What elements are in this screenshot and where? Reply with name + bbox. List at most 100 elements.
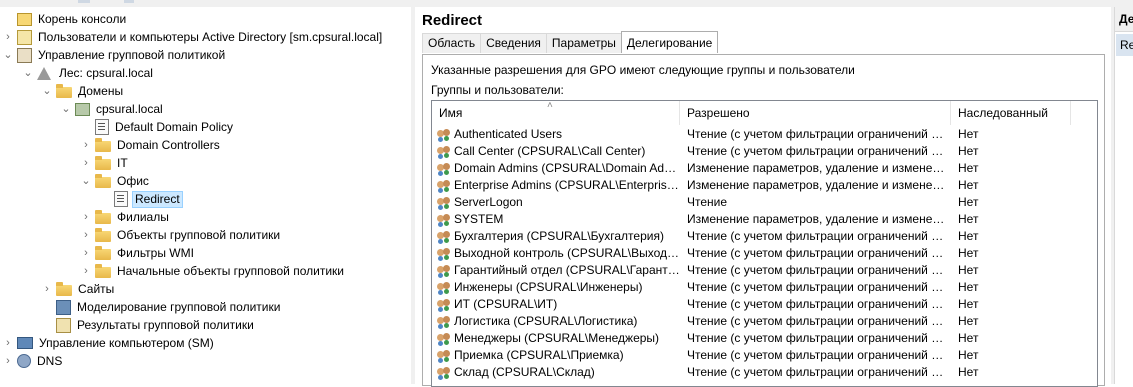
cell-allowed: Чтение (с учетом фильтрации ограничений … [687, 229, 949, 243]
cell-allowed: Чтение (с учетом фильтрации ограничений … [687, 246, 949, 260]
chevron-right-icon[interactable]: › [41, 280, 53, 298]
table-row[interactable]: Логистика (CPSURAL\Логистика) Чтение (с у… [432, 313, 1097, 330]
cell-name: SYSTEM [454, 212, 504, 226]
chevron-right-icon[interactable]: › [80, 262, 92, 280]
table-row[interactable]: Domain Admins (CPSURAL\Domain Admins) Изм… [432, 160, 1097, 177]
chevron-down-icon[interactable]: ⌄ [80, 172, 92, 190]
tab-details[interactable]: Сведения [480, 33, 547, 53]
groups-label: Группы и пользователи: [431, 83, 564, 97]
folder-icon [95, 156, 111, 170]
tree-node-ad-users[interactable]: › Пользователи и компьютеры Active Direc… [2, 28, 384, 46]
cell-allowed: Чтение (с учетом фильтрации ограничений … [687, 331, 949, 345]
table-row[interactable]: Инженеры (CPSURAL\Инженеры) Чтение (с уче… [432, 279, 1097, 296]
tree-node-office[interactable]: ⌄ Офис [80, 172, 151, 190]
column-header-inherited[interactable]: Наследованный [951, 101, 1071, 125]
tree-node-gp-results[interactable]: Результаты групповой политики [41, 316, 256, 334]
tree-node-gp-modeling[interactable]: Моделирование групповой политики [41, 298, 282, 316]
chevron-down-icon[interactable]: ⌄ [2, 46, 14, 64]
chevron-down-icon[interactable]: ⌄ [60, 100, 72, 118]
table-row[interactable]: Менеджеры (CPSURAL\Менеджеры) Чтение (с у… [432, 330, 1097, 347]
tree-node-forest[interactable]: ⌄ Лес: cpsural.local [22, 64, 155, 82]
folder-icon [95, 246, 111, 260]
chevron-right-icon[interactable]: › [80, 208, 92, 226]
chevron-right-icon[interactable]: › [80, 226, 92, 244]
folder-icon [95, 264, 111, 278]
tree-node-computer-management[interactable]: › Управление компьютером (SM) [2, 334, 216, 352]
table-row[interactable]: Приемка (CPSURAL\Приемка) Чтение (с учето… [432, 347, 1097, 364]
table-row[interactable]: Склад (CPSURAL\Склад) Чтение (с учетом фи… [432, 364, 1097, 381]
sort-ascending-icon: ˄ [547, 100, 553, 111]
gpo-link-icon [95, 119, 109, 135]
chevron-right-icon[interactable]: › [2, 352, 14, 370]
toolbar-button[interactable] [124, 0, 134, 3]
tree-node-label: DNS [37, 354, 63, 368]
column-header-allowed[interactable]: Разрешено [680, 101, 951, 125]
tree-node-label: Офис [117, 174, 149, 188]
tree-node-starter-gpos[interactable]: › Начальные объекты групповой политики [80, 262, 346, 280]
cell-name: ИТ (CPSURAL\ИТ) [454, 297, 558, 311]
cell-inherited: Нет [958, 314, 979, 328]
cell-inherited: Нет [958, 161, 979, 175]
chevron-down-icon[interactable]: ⌄ [41, 82, 53, 100]
table-row[interactable]: SYSTEM Изменение параметров, удаление и и… [432, 211, 1097, 228]
chevron-right-icon[interactable]: › [2, 28, 14, 46]
user-group-icon [437, 212, 451, 226]
tree-node-gpo-objects[interactable]: › Объекты групповой политики [80, 226, 282, 244]
tab-settings[interactable]: Параметры [545, 33, 622, 53]
tree-node-label: Лес: cpsural.local [59, 66, 153, 80]
chevron-right-icon[interactable]: › [80, 244, 92, 262]
tree-node-gpmc[interactable]: ⌄ Управление групповой политикой [2, 46, 227, 64]
user-group-icon [437, 314, 451, 328]
column-header-name[interactable]: Имя ˄ [432, 101, 680, 125]
tree-node-cpsural-local[interactable]: ⌄ cpsural.local [60, 100, 165, 118]
ad-users-icon [17, 29, 32, 45]
table-row[interactable]: Call Center (CPSURAL\Call Center) Чтение … [432, 143, 1097, 160]
table-row[interactable]: Выходной контроль (CPSURAL\Выходной ... Ч… [432, 245, 1097, 262]
tree-node-label: Начальные объекты групповой политики [117, 264, 344, 278]
cell-inherited: Нет [958, 263, 979, 277]
cell-inherited: Нет [958, 229, 979, 243]
cell-inherited: Нет [958, 144, 979, 158]
tree-node-redirect[interactable]: Redirect [99, 190, 183, 208]
cell-name: Менеджеры (CPSURAL\Менеджеры) [454, 331, 660, 345]
actions-item[interactable]: Re [1116, 34, 1133, 56]
tree-node-domain-controllers[interactable]: › Domain Controllers [80, 136, 222, 154]
cell-inherited: Нет [958, 280, 979, 294]
tab-delegation[interactable]: Делегирование [620, 31, 719, 53]
top-toolbar-strip [0, 0, 1133, 7]
page-title: Redirect [422, 12, 483, 29]
tree-node-dns[interactable]: › DNS [2, 352, 64, 370]
toolbar-button[interactable] [78, 0, 90, 3]
cell-allowed: Чтение (с учетом фильтрации ограничений … [687, 365, 949, 379]
user-group-icon [437, 144, 451, 158]
table-row[interactable]: Authenticated Users Чтение (с учетом филь… [432, 126, 1097, 143]
chevron-right-icon[interactable]: › [2, 334, 14, 352]
tree-node-console-root[interactable]: Корень консоли [2, 10, 128, 28]
tab-scope[interactable]: Область [422, 33, 482, 53]
table-row[interactable]: Enterprise Admins (CPSURAL\Enterprise Ad… [432, 177, 1097, 194]
chevron-right-icon[interactable]: › [80, 136, 92, 154]
table-row[interactable]: ИТ (CPSURAL\ИТ) Чтение (с учетом фильтрац… [432, 296, 1097, 313]
tree-node-wmi-filters[interactable]: › Фильтры WMI [80, 244, 196, 262]
table-row[interactable]: ServerLogon Чтение Нет [432, 194, 1097, 211]
chevron-right-icon[interactable]: › [80, 154, 92, 172]
user-group-icon [437, 331, 451, 345]
tree-node-label: Фильтры WMI [117, 246, 194, 260]
delegation-tab-page: Указанные разрешения для GPO имеют следу… [422, 54, 1105, 387]
tree-node-branches[interactable]: › Филиалы [80, 208, 171, 226]
table-row[interactable]: Бухгалтерия (CPSURAL\Бухгалтерия) Чтение … [432, 228, 1097, 245]
cell-name: Инженеры (CPSURAL\Инженеры) [454, 280, 643, 294]
tree-node-domains[interactable]: ⌄ Домены [41, 82, 125, 100]
tab-strip: Область Сведения Параметры Делегирование [422, 31, 719, 54]
chevron-down-icon[interactable]: ⌄ [22, 64, 34, 82]
cell-name: Enterprise Admins (CPSURAL\Enterprise Ad… [454, 178, 680, 192]
tree-node-default-domain-policy[interactable]: Default Domain Policy [80, 118, 235, 136]
table-row[interactable]: Гарантийный отдел (CPSURAL\Гарантийн... Ч… [432, 262, 1097, 279]
tree-node-it[interactable]: › IT [80, 154, 130, 172]
cell-allowed: Чтение (с учетом фильтрации ограничений … [687, 144, 949, 158]
tree-node-sites[interactable]: › Сайты [41, 280, 116, 298]
tree-node-label: cpsural.local [96, 102, 163, 116]
forest-icon [37, 66, 51, 80]
permissions-list[interactable]: Имя ˄ Разрешено Наследованный Authentica… [431, 100, 1098, 387]
